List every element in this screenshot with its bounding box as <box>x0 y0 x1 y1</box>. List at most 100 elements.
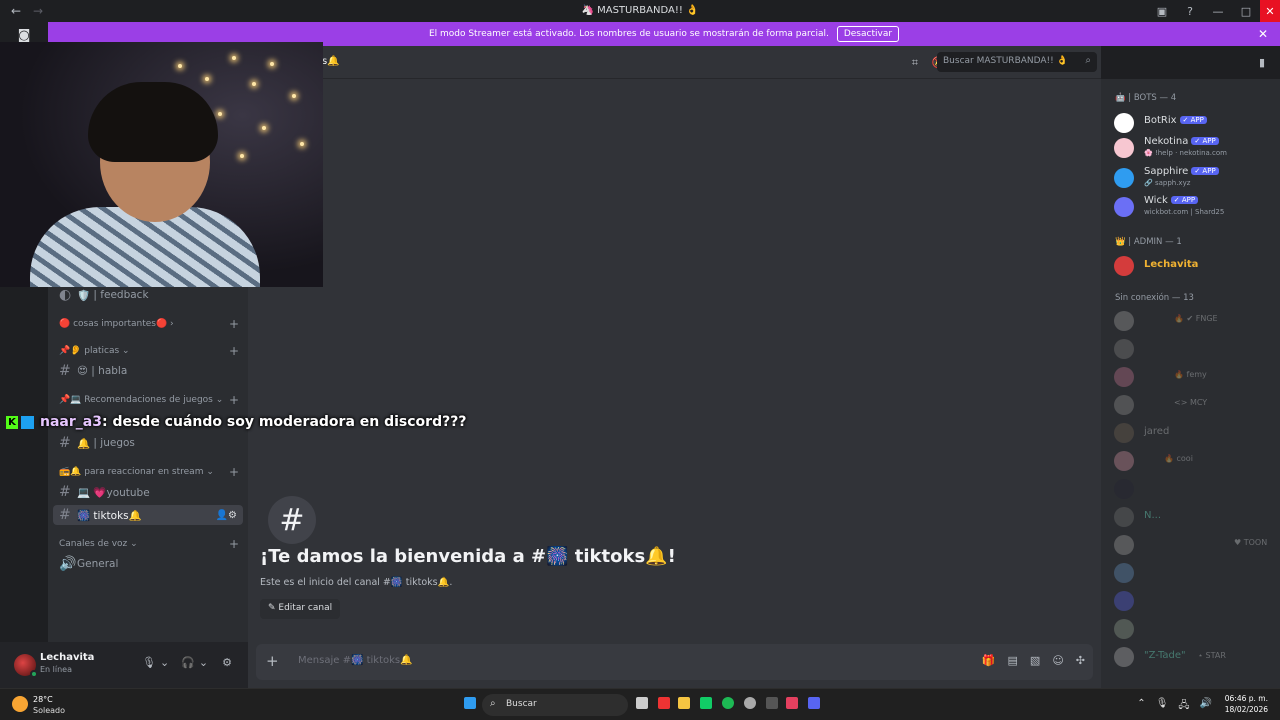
voice-channel-general[interactable]: 🔊 General <box>53 554 243 574</box>
search-input[interactable]: Buscar MASTURBANDA!! 👌 ⌕ <box>937 52 1097 72</box>
back-icon[interactable]: ← <box>8 4 24 18</box>
volume-icon[interactable]: 🔊 <box>1200 698 1212 715</box>
channel-youtube[interactable]: # 💻 💗youtube <box>53 482 243 502</box>
member-offline[interactable] <box>1114 560 1274 586</box>
taskbar-search[interactable]: ⌕ Buscar <box>482 694 628 716</box>
member-offline[interactable]: ♥ TOON <box>1114 532 1274 558</box>
member-offline[interactable]: 🔥 ✔ FNGE <box>1114 308 1274 334</box>
message-input[interactable]: Mensaje #🎆 tiktoks🔔 <box>298 655 413 666</box>
brave-icon[interactable] <box>658 697 670 709</box>
username[interactable]: Lechavita <box>40 652 94 663</box>
subscriber-badge-icon <box>21 415 34 429</box>
discord-taskbar-icon[interactable] <box>808 697 820 709</box>
member-offline[interactable]: 🔥 femy <box>1114 364 1274 390</box>
member-offline[interactable]: 🔥 cooi <box>1114 448 1274 474</box>
microphone-icon[interactable]: 🎙 <box>142 656 156 669</box>
member-sapphire[interactable]: Sapphire ✓ APP 🔗 sapph.xyz <box>1114 165 1274 191</box>
member-tag: <> MCY <box>1174 398 1208 407</box>
spotify-icon[interactable] <box>722 697 734 709</box>
category-platicas[interactable]: 📌👂 platicas ⌄ + <box>59 344 239 358</box>
app-icon[interactable] <box>700 697 712 709</box>
avatar <box>1114 647 1134 667</box>
hash-icon: # <box>59 363 71 379</box>
help-icon[interactable]: ? <box>1176 0 1204 22</box>
channel-hash-icon: # <box>268 496 316 544</box>
channel-juegos[interactable]: # 🔔 | juegos <box>53 433 243 453</box>
app-icon[interactable] <box>766 697 778 709</box>
tray-overflow-icon[interactable]: ⌃ <box>1137 698 1145 715</box>
avatar <box>1114 535 1134 555</box>
channel-label: | habla <box>91 365 128 377</box>
message-composer[interactable]: + Mensaje #🎆 tiktoks🔔 🎁 ▤ ▧ ☺ ✣ <box>256 644 1093 680</box>
add-channel-icon[interactable]: + <box>229 465 239 479</box>
minimize-button[interactable]: — <box>1204 0 1232 22</box>
hash-icon: # <box>59 435 71 451</box>
edit-channel-button[interactable]: ✎ Editar canal <box>260 599 341 619</box>
gif-icon[interactable]: ▤ <box>1008 654 1018 667</box>
category-reaccionar[interactable]: 📻🔔 para reaccionar en stream ⌄ + <box>59 465 239 479</box>
category-voice[interactable]: Canales de voz ⌄ + <box>59 537 239 551</box>
clock-date: 18/02/2026 <box>1224 705 1268 714</box>
user-settings-icon[interactable]: ⚙ <box>222 656 232 669</box>
member-offline[interactable]: "Z-Tade" ⋆ STAR <box>1114 644 1274 670</box>
chevron-down-icon[interactable]: ⌄ <box>160 656 169 669</box>
avatar <box>1114 367 1134 387</box>
close-button[interactable]: ✕ <box>1260 0 1280 22</box>
apps-icon[interactable]: ✣ <box>1076 654 1085 667</box>
member-offline[interactable]: jared <box>1114 420 1274 446</box>
channel-tiktoks[interactable]: # 🎆 tiktoks🔔 👤⚙ <box>53 505 243 525</box>
member-nekotina[interactable]: Nekotina ✓ APP 🌸 !help · nekotina.com <box>1114 135 1274 161</box>
member-lechavita[interactable]: Lechavita <box>1114 253 1274 279</box>
member-list: 🤖 | BOTS — 4 BotRix ✓ APP Nekotina ✓ APP 🌸… <box>1101 79 1280 688</box>
member-offline[interactable] <box>1114 336 1274 362</box>
add-channel-icon[interactable]: + <box>229 537 239 551</box>
microphone-icon[interactable]: 🎙 <box>1156 698 1169 715</box>
explorer-icon[interactable] <box>678 697 690 709</box>
avatar[interactable] <box>14 654 38 678</box>
channel-label: tiktoks🔔 <box>93 509 142 522</box>
obs-icon[interactable] <box>744 697 756 709</box>
inbox-icon[interactable]: ▣ <box>1148 0 1176 22</box>
channel-emoji: 💻 <box>77 486 91 499</box>
channel-feedback[interactable]: ◐ 🛡️ | feedback <box>53 285 243 305</box>
chevron-down-icon[interactable]: ⌄ <box>199 656 208 669</box>
member-name: Nekotina <box>1144 136 1189 147</box>
member-offline[interactable]: <> MCY <box>1114 392 1274 418</box>
add-channel-icon[interactable]: + <box>229 393 239 407</box>
chat-username: naar_a3 <box>40 414 102 430</box>
hash-icon: # <box>59 507 71 523</box>
deactivate-button[interactable]: Desactivar <box>836 26 900 42</box>
task-view-icon[interactable] <box>636 697 648 709</box>
member-offline[interactable] <box>1114 476 1274 502</box>
banner-close-icon[interactable]: ✕ <box>1258 27 1268 41</box>
member-tag: 🔥 femy <box>1174 370 1207 379</box>
member-offline[interactable] <box>1114 616 1274 642</box>
category-label: 📌👂 platicas ⌄ <box>59 346 130 356</box>
add-channel-icon[interactable]: + <box>229 317 239 331</box>
add-attachment-icon[interactable]: + <box>266 652 279 670</box>
category-cosas-importantes[interactable]: 🔴 cosas importantes🔴 › + <box>59 317 239 331</box>
threads-icon[interactable]: ⌗ <box>912 56 918 70</box>
tiktok-icon[interactable] <box>786 697 798 709</box>
category-recomendaciones[interactable]: 📌💻 Recomendaciones de juegos ⌄ + <box>59 393 239 407</box>
app-badge: ✓ APP <box>1179 116 1207 124</box>
gift-icon[interactable]: 🎁 <box>982 654 996 667</box>
headset-icon[interactable]: 🎧 <box>181 656 195 669</box>
member-botrix[interactable]: BotRix ✓ APP <box>1114 110 1274 136</box>
emoji-icon[interactable]: ☺ <box>1052 654 1063 667</box>
channel-settings-icon[interactable]: 👤⚙ <box>216 510 237 521</box>
clock[interactable]: 06:46 p. m. 18/02/2026 <box>1225 693 1268 715</box>
start-icon[interactable] <box>464 697 476 709</box>
forward-icon[interactable]: → <box>30 4 46 18</box>
member-offline[interactable]: N... <box>1114 504 1274 530</box>
member-offline[interactable] <box>1114 588 1274 614</box>
bookmark-icon[interactable]: ▮ <box>1259 56 1265 69</box>
taskbar-search-label: Buscar <box>506 699 537 709</box>
member-wick[interactable]: Wick ✓ APP wickbot.com | Shard25 <box>1114 194 1274 220</box>
network-icon[interactable]: 🖧 <box>1178 698 1189 715</box>
sticker-icon[interactable]: ▧ <box>1030 654 1040 667</box>
channel-habla[interactable]: # 😍 | habla <box>53 361 243 381</box>
member-tag: 🔥 ✔ FNGE <box>1174 314 1218 323</box>
maximize-button[interactable]: □ <box>1232 0 1260 22</box>
add-channel-icon[interactable]: + <box>229 344 239 358</box>
